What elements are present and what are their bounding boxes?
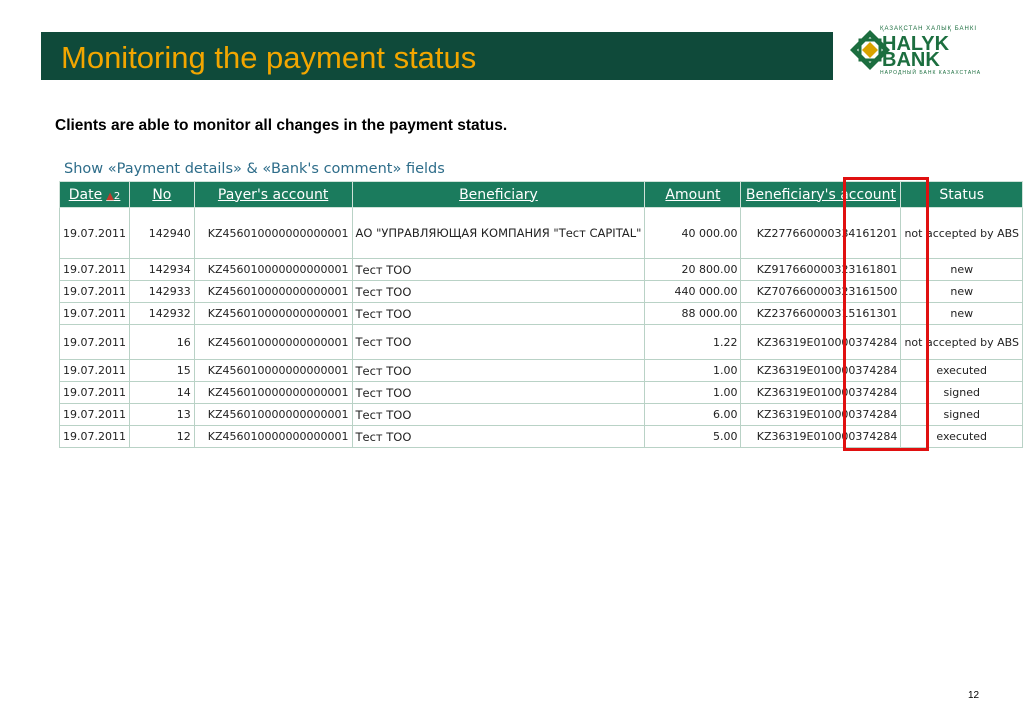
cell-beneficiary-account: KZ36319E010000374284 [740, 359, 902, 382]
cell-payer-account: KZ456010000000000001 [193, 207, 353, 259]
intro-text: Clients are able to monitor all changes … [55, 117, 508, 134]
cell-date: 19.07.2011 [59, 381, 130, 404]
table-row[interactable]: 19.07.2011 142932 KZ456010000000000001 Т… [59, 302, 1023, 325]
cell-date: 19.07.2011 [59, 425, 130, 448]
column-header-status: Status [900, 181, 1023, 208]
cell-payer-account: KZ456010000000000001 [193, 403, 353, 426]
cell-status: signed [900, 381, 1023, 404]
halyk-bank-logo: ҚАЗАҚСТАН ХАЛЫҚ БАНКІ HALYK BANK НАРОДНЫ… [848, 24, 980, 80]
cell-amount: 6.00 [644, 403, 742, 426]
cell-payer-account: KZ456010000000000001 [193, 425, 353, 448]
cell-amount: 20 800.00 [644, 258, 742, 281]
cell-amount: 5.00 [644, 425, 742, 448]
cell-status: new [900, 280, 1023, 303]
column-header-beneficiary[interactable]: Beneficiary [351, 181, 646, 208]
cell-beneficiary: Тест ТОО [351, 359, 646, 382]
table-row[interactable]: 19.07.2011 13 KZ456010000000000001 Тест … [59, 403, 1023, 426]
cell-amount: 40 000.00 [644, 207, 742, 259]
cell-beneficiary: Тест ТОО [351, 258, 646, 281]
cell-status: executed [900, 359, 1023, 382]
cell-no: 142932 [128, 302, 195, 325]
cell-payer-account: KZ456010000000000001 [193, 302, 353, 325]
column-header-payer-account[interactable]: Payer's account [193, 181, 353, 208]
header-bar: Monitoring the payment status [41, 32, 833, 80]
cell-no: 12 [128, 425, 195, 448]
cell-no: 142934 [128, 258, 195, 281]
cell-beneficiary-account: KZ277660000334161201 [740, 207, 902, 259]
logo-word-bank: BANK [882, 49, 940, 71]
cell-amount: 1.00 [644, 381, 742, 404]
cell-no: 13 [128, 403, 195, 426]
cell-status: new [900, 302, 1023, 325]
payments-table: Date ▲2 No Payer's account Beneficiary Am… [59, 181, 1023, 448]
table-row[interactable]: 19.07.2011 12 KZ456010000000000001 Тест … [59, 425, 1023, 448]
column-header-amount[interactable]: Amount [644, 181, 742, 208]
cell-date: 19.07.2011 [59, 280, 130, 303]
column-header-no[interactable]: No [128, 181, 195, 208]
logo-top-text: ҚАЗАҚСТАН ХАЛЫҚ БАНКІ [880, 26, 978, 32]
cell-beneficiary-account: KZ917660000323161801 [740, 258, 902, 281]
cell-no: 14 [128, 381, 195, 404]
cell-payer-account: KZ456010000000000001 [193, 324, 353, 360]
table-row[interactable]: 19.07.2011 142940 KZ456010000000000001 А… [59, 207, 1023, 259]
cell-no: 16 [128, 324, 195, 360]
show-fields-link[interactable]: Show «Payment details» & «Bank's comment… [64, 161, 445, 177]
cell-beneficiary: Тест ТОО [351, 324, 646, 360]
cell-beneficiary: Тест ТОО [351, 425, 646, 448]
cell-amount: 88 000.00 [644, 302, 742, 325]
cell-amount: 1.00 [644, 359, 742, 382]
cell-no: 142933 [128, 280, 195, 303]
cell-payer-account: KZ456010000000000001 [193, 258, 353, 281]
cell-beneficiary: Тест ТОО [351, 302, 646, 325]
cell-beneficiary: Тест ТОО [351, 381, 646, 404]
cell-amount: 440 000.00 [644, 280, 742, 303]
cell-date: 19.07.2011 [59, 403, 130, 426]
cell-payer-account: KZ456010000000000001 [193, 359, 353, 382]
table-row[interactable]: 19.07.2011 142933 KZ456010000000000001 Т… [59, 280, 1023, 303]
cell-status: executed [900, 425, 1023, 448]
column-header-date-label: Date [68, 186, 103, 203]
cell-date: 19.07.2011 [59, 258, 130, 281]
cell-date: 19.07.2011 [59, 207, 130, 259]
column-header-beneficiary-account[interactable]: Beneficiary's account [740, 181, 902, 208]
cell-date: 19.07.2011 [59, 302, 130, 325]
cell-date: 19.07.2011 [59, 359, 130, 382]
cell-status: new [900, 258, 1023, 281]
cell-amount: 1.22 [644, 324, 742, 360]
cell-beneficiary-account: KZ36319E010000374284 [740, 425, 902, 448]
cell-beneficiary: Тест ТОО [351, 280, 646, 303]
cell-payer-account: KZ456010000000000001 [193, 381, 353, 404]
sort-arrow-icon: ▲ [106, 190, 114, 202]
cell-beneficiary-account: KZ36319E010000374284 [740, 381, 902, 404]
cell-status: not accepted by ABS [900, 324, 1023, 360]
column-header-date[interactable]: Date ▲2 [59, 181, 130, 208]
cell-status: not accepted by ABS [900, 207, 1023, 259]
sort-order-number: 2 [113, 190, 121, 202]
cell-no: 15 [128, 359, 195, 382]
logo-bottom-text: НАРОДНЫЙ БАНК КАЗАХСТАНА [880, 70, 982, 76]
cell-beneficiary-account: KZ36319E010000374284 [740, 403, 902, 426]
table-header-row: Date ▲2 No Payer's account Beneficiary Am… [59, 181, 1023, 208]
cell-payer-account: KZ456010000000000001 [193, 280, 353, 303]
cell-beneficiary-account: KZ36319E010000374284 [740, 324, 902, 360]
cell-beneficiary: АО "УПРАВЛЯЮЩАЯ КОМПАНИЯ "Тест CAPITAL" [351, 207, 646, 259]
page-number: 12 [968, 690, 980, 701]
page-title: Monitoring the payment status [61, 40, 477, 75]
table-row[interactable]: 19.07.2011 15 KZ456010000000000001 Тест … [59, 359, 1023, 382]
cell-date: 19.07.2011 [59, 324, 130, 360]
cell-status: signed [900, 403, 1023, 426]
cell-beneficiary-account: KZ707660000323161500 [740, 280, 902, 303]
show-fields-link-label: Show «Payment details» & «Bank's comment… [64, 161, 445, 177]
cell-beneficiary-account: KZ237660000315161301 [740, 302, 902, 325]
table-row[interactable]: 19.07.2011 16 KZ456010000000000001 Тест … [59, 324, 1023, 360]
table-row[interactable]: 19.07.2011 14 KZ456010000000000001 Тест … [59, 381, 1023, 404]
table-row[interactable]: 19.07.2011 142934 KZ456010000000000001 Т… [59, 258, 1023, 281]
cell-no: 142940 [128, 207, 195, 259]
cell-beneficiary: Тест ТОО [351, 403, 646, 426]
